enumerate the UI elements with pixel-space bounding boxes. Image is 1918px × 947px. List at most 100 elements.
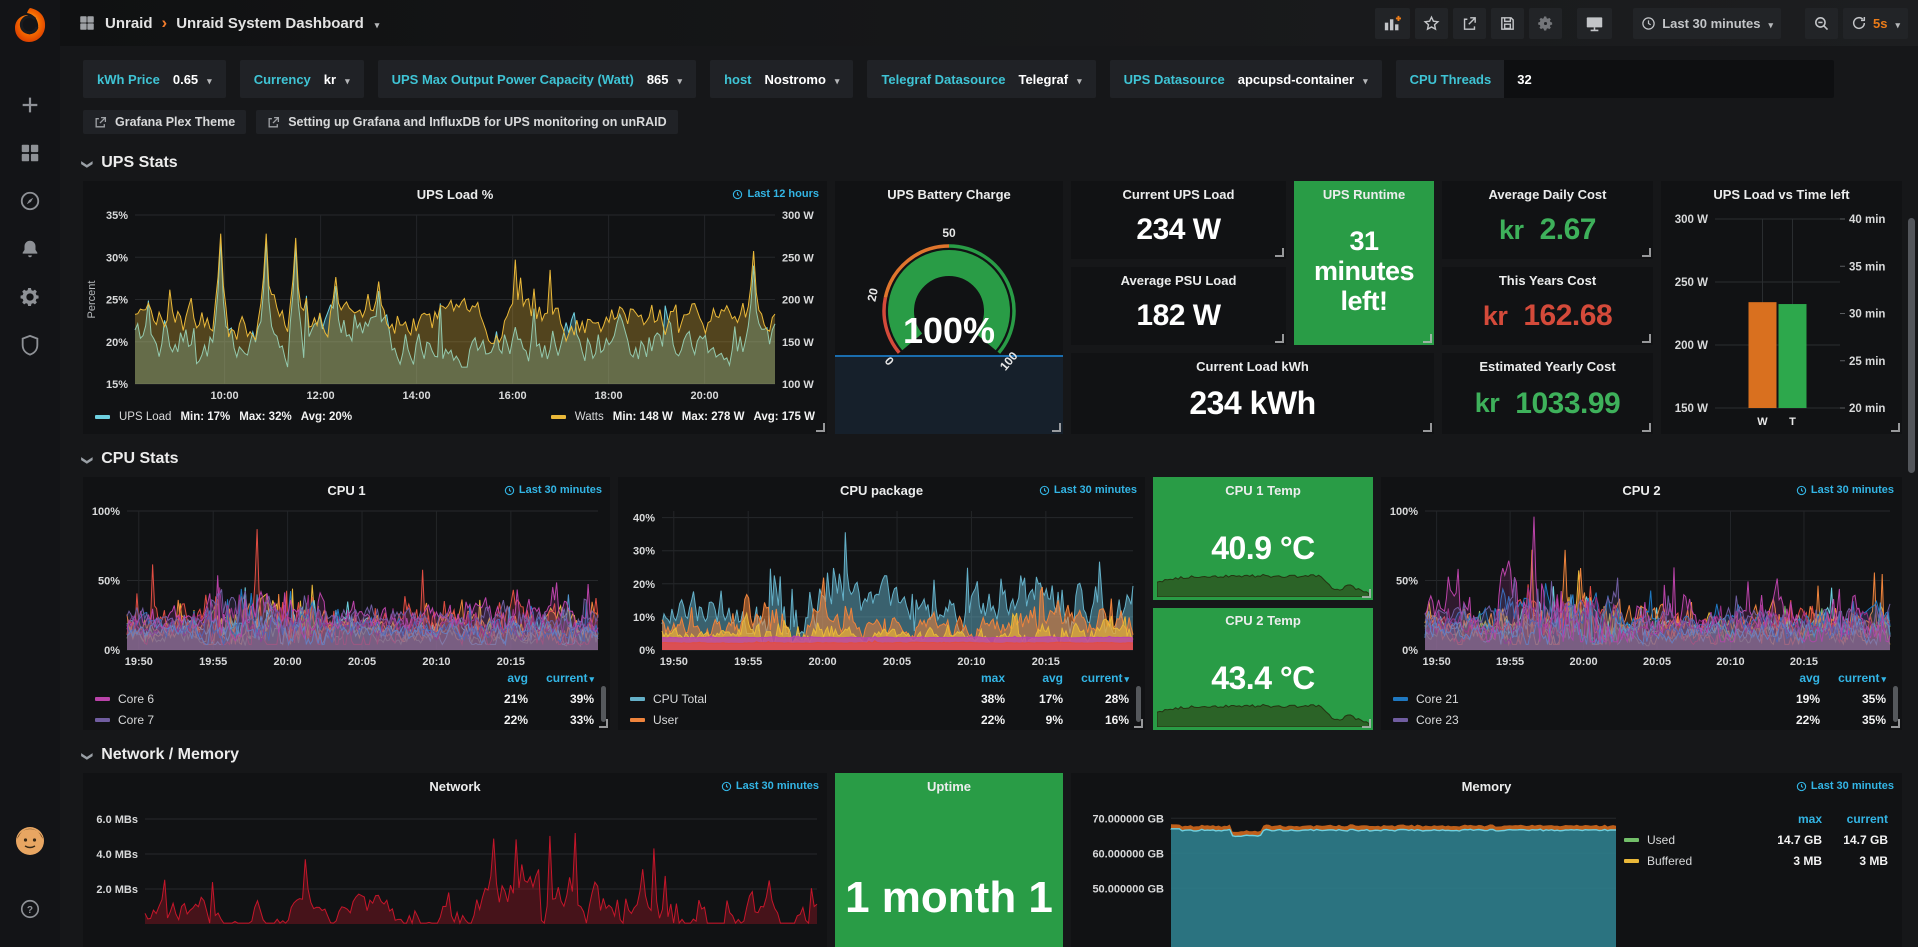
time-override-badge[interactable]: Last 30 minutes [721, 780, 819, 792]
svg-text:50%: 50% [98, 576, 120, 588]
breadcrumb-folder[interactable]: Unraid [105, 15, 153, 32]
legend-series-used[interactable]: Used [1624, 833, 1764, 847]
variable-kwh-price[interactable]: kWh Price 0.65 [83, 60, 226, 98]
legend-col-current[interactable]: current [1063, 668, 1129, 688]
dashboards-icon[interactable] [11, 134, 49, 172]
create-plus-icon[interactable] [11, 86, 49, 124]
cpu-threads-input[interactable]: 32 [1504, 60, 1834, 98]
panel-title[interactable]: CPU 2 Temp [1153, 608, 1373, 634]
memory-chart[interactable]: 70.000000 GB60.000000 GB50.000000 GB [1071, 799, 1624, 947]
explore-compass-icon[interactable] [11, 182, 49, 220]
time-override-badge[interactable]: Last 30 minutes [1039, 484, 1137, 496]
cpu1-chart[interactable]: 100%50%0%19:5019:5520:0020:0520:1020:15 [83, 503, 610, 668]
time-override-badge[interactable]: Last 12 hours [732, 188, 819, 200]
panel-title[interactable]: Average PSU Load [1071, 267, 1286, 293]
legend-series-watts[interactable]: Watts Min: 148 W Max: 278 W Avg: 175 W [551, 411, 815, 423]
share-button[interactable] [1453, 8, 1486, 39]
legend-series-core6[interactable]: Core 6 [95, 692, 470, 706]
time-override-badge[interactable]: Last 30 minutes [1796, 780, 1894, 792]
cpu2-chart[interactable]: 100%50%0%19:5019:5520:0020:0520:1020:15 [1381, 503, 1902, 668]
panel-title[interactable]: UPS Load % Last 12 hours [83, 181, 827, 207]
section-ups-stats[interactable]: UPS Stats [83, 154, 1902, 172]
scrollbar-thumb[interactable] [1908, 218, 1915, 473]
panel-title[interactable]: CPU 1 Last 30 minutes [83, 477, 610, 503]
panel-title[interactable]: Current Load kWh [1071, 353, 1434, 379]
panel-title[interactable]: Current UPS Load [1071, 181, 1286, 207]
legend-scrollbar[interactable] [1136, 686, 1141, 722]
legend-series-core7[interactable]: Core 7 [95, 713, 470, 727]
time-override-badge[interactable]: Last 30 minutes [1796, 484, 1894, 496]
svg-text:16:00: 16:00 [499, 390, 527, 402]
panel-title[interactable]: This Years Cost [1442, 267, 1653, 293]
refresh-button[interactable]: 5s [1843, 8, 1908, 39]
panel-title[interactable]: CPU 1 Temp [1153, 477, 1373, 503]
section-network-memory[interactable]: Network / Memory [83, 746, 1902, 764]
refresh-interval-label[interactable]: 5s [1873, 16, 1887, 31]
tv-cycle-view-button[interactable] [1577, 8, 1612, 39]
star-button[interactable] [1415, 8, 1448, 39]
panel-title[interactable]: Estimated Yearly Cost [1442, 353, 1653, 379]
legend-series-buffered[interactable]: Buffered [1624, 854, 1764, 868]
cpu2-legend: avg current Core 21 19% 35% Core 23 22% … [1381, 668, 1902, 730]
legend-scrollbar[interactable] [601, 686, 606, 722]
save-button[interactable] [1491, 8, 1524, 39]
legend-row: Core 23 22% 35% [1393, 709, 1886, 730]
dashboard-grid-icon[interactable] [78, 14, 96, 32]
time-range-picker[interactable]: Last 30 minutes [1633, 8, 1781, 39]
legend-series-core23[interactable]: Core 23 [1393, 713, 1762, 727]
cpu-package-chart[interactable]: 40%30%20%10%0%19:5019:5520:0020:0520:102… [618, 503, 1145, 668]
ups-load-vs-time-chart[interactable]: 300 W250 W200 W150 W40 min35 min30 min25… [1661, 207, 1902, 434]
svg-text:20:15: 20:15 [1032, 656, 1060, 668]
panel-current-ups-load: Current UPS Load 234 W [1071, 181, 1286, 259]
section-cpu-stats[interactable]: CPU Stats [83, 450, 1902, 468]
variable-currency[interactable]: Currency kr [240, 60, 364, 98]
configuration-gear-icon[interactable] [11, 278, 49, 316]
svg-text:19:55: 19:55 [199, 656, 227, 668]
help-icon[interactable]: ? [11, 890, 49, 928]
chevron-down-icon[interactable] [373, 15, 380, 32]
alerting-bell-icon[interactable] [11, 230, 49, 268]
legend-col-avg[interactable]: avg [470, 668, 528, 688]
server-admin-shield-icon[interactable] [11, 326, 49, 364]
panel-title[interactable]: UPS Runtime [1294, 181, 1434, 207]
legend-col-avg[interactable]: avg [1762, 668, 1820, 688]
legend-col-max[interactable]: max [939, 668, 1005, 688]
chevron-down-icon[interactable] [1893, 16, 1900, 31]
variable-ups-datasource[interactable]: UPS Datasource apcupsd-container [1110, 60, 1382, 98]
panel-title[interactable]: Network Last 30 minutes [83, 773, 827, 799]
legend-col-current[interactable]: current [528, 668, 594, 688]
legend-series-core21[interactable]: Core 21 [1393, 692, 1762, 706]
legend-series-cpu-total[interactable]: CPU Total [630, 692, 939, 706]
panel-title[interactable]: UPS Load vs Time left [1661, 181, 1902, 207]
zoom-out-button[interactable] [1805, 8, 1838, 39]
variable-host[interactable]: host Nostromo [710, 60, 853, 98]
breadcrumb-dashboard-title[interactable]: Unraid System Dashboard [176, 15, 364, 32]
link-grafana-plex-theme[interactable]: Grafana Plex Theme [83, 110, 246, 134]
legend-col-current[interactable]: current [1820, 668, 1886, 688]
variable-value: kr [324, 72, 336, 87]
variable-telegraf-datasource[interactable]: Telegraf Datasource Telegraf [867, 60, 1095, 98]
legend-col-current[interactable]: current [1822, 809, 1888, 829]
network-chart[interactable]: 6.0 MBs4.0 MBs2.0 MBs [83, 799, 827, 947]
grafana-logo-icon[interactable] [10, 5, 50, 45]
panel-title[interactable]: CPU package Last 30 minutes [618, 477, 1145, 503]
legend-series-ups-load[interactable]: UPS Load Min: 17% Max: 32% Avg: 20% [95, 411, 352, 423]
panel-title[interactable]: CPU 2 Last 30 minutes [1381, 477, 1902, 503]
panel-title[interactable]: Uptime [835, 773, 1063, 799]
svg-text:300 W: 300 W [782, 210, 814, 222]
panel-title[interactable]: Average Daily Cost [1442, 181, 1653, 207]
ups-load-chart[interactable]: 35%30%25%20%15%300 W250 W200 W150 W100 W… [83, 207, 827, 404]
link-ups-monitoring-guide[interactable]: Setting up Grafana and InfluxDB for UPS … [256, 110, 677, 134]
variable-ups-max-output[interactable]: UPS Max Output Power Capacity (Watt) 865 [378, 60, 696, 98]
add-panel-button[interactable] [1375, 8, 1410, 39]
legend-scrollbar[interactable] [1893, 686, 1898, 722]
battery-gauge[interactable]: 02050100100% [835, 207, 1063, 434]
legend-col-max[interactable]: max [1764, 809, 1822, 829]
panel-title[interactable]: Memory Last 30 minutes [1071, 773, 1902, 799]
legend-col-avg[interactable]: avg [1005, 668, 1063, 688]
panel-title[interactable]: UPS Battery Charge [835, 181, 1063, 207]
legend-series-user[interactable]: User [630, 713, 939, 727]
time-override-badge[interactable]: Last 30 minutes [504, 484, 602, 496]
user-avatar[interactable] [11, 822, 49, 860]
dashboard-settings-gear-icon[interactable] [1529, 8, 1562, 39]
